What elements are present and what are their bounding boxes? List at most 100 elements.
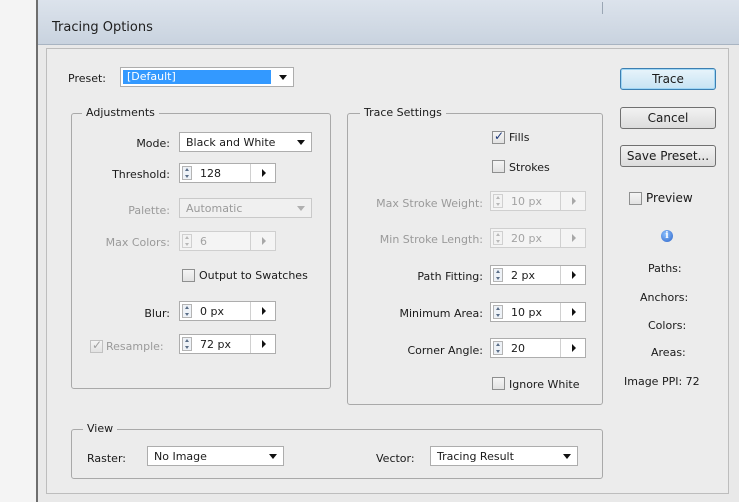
chevron-down-icon bbox=[297, 206, 305, 211]
trace-settings-title: Trace Settings bbox=[360, 106, 446, 119]
colors-stat: Colors: bbox=[648, 319, 687, 332]
paths-stat: Paths: bbox=[648, 262, 682, 275]
vector-dropdown[interactable]: Tracing Result bbox=[430, 446, 578, 466]
stepper-divider bbox=[560, 192, 561, 210]
max-stroke-weight-value: 10 px bbox=[511, 195, 542, 208]
image-ppi-stat: Image PPI: 72 bbox=[624, 375, 700, 388]
max-stroke-weight-label: Max Stroke Weight: bbox=[376, 197, 483, 210]
vector-value: Tracing Result bbox=[437, 450, 514, 463]
arrow-right-icon[interactable] bbox=[572, 234, 576, 242]
minimum-area-value: 10 px bbox=[511, 306, 542, 319]
background-window bbox=[0, 0, 36, 502]
cancel-button[interactable]: Cancel bbox=[620, 107, 716, 129]
preset-value: [Default] bbox=[127, 70, 176, 83]
stepper-divider bbox=[560, 229, 561, 247]
resample-stepper[interactable]: 72 px bbox=[179, 334, 276, 354]
stepper-divider bbox=[560, 266, 561, 284]
blur-stepper[interactable]: 0 px bbox=[179, 301, 276, 321]
blur-value: 0 px bbox=[200, 305, 224, 318]
fills-checkbox[interactable] bbox=[492, 129, 505, 144]
threshold-label: Threshold: bbox=[112, 168, 170, 181]
spinner-icon[interactable] bbox=[182, 304, 192, 318]
stepper-divider bbox=[250, 302, 251, 320]
stepper-divider bbox=[250, 164, 251, 182]
corner-angle-label: Corner Angle: bbox=[407, 344, 483, 357]
resample-checkbox[interactable] bbox=[90, 338, 103, 353]
threshold-value: 128 bbox=[200, 167, 221, 180]
chevron-down-icon[interactable] bbox=[269, 454, 277, 459]
title-bar-divider bbox=[602, 2, 603, 14]
min-stroke-length-label: Min Stroke Length: bbox=[379, 233, 483, 246]
chevron-down-icon bbox=[297, 140, 305, 145]
info-icon: i bbox=[661, 230, 673, 242]
stepper-divider bbox=[560, 303, 561, 321]
fills-label: Fills bbox=[509, 131, 530, 144]
spinner-icon[interactable] bbox=[182, 234, 192, 248]
resample-label: Resample: bbox=[106, 340, 164, 353]
trace-button[interactable]: Trace bbox=[620, 68, 716, 90]
raster-value: No Image bbox=[154, 450, 207, 463]
raster-label: Raster: bbox=[87, 452, 126, 465]
arrow-right-icon[interactable] bbox=[262, 237, 266, 245]
min-stroke-length-value: 20 px bbox=[511, 232, 542, 245]
mode-label: Mode: bbox=[136, 137, 170, 150]
path-fitting-label: Path Fitting: bbox=[417, 270, 483, 283]
spinner-icon[interactable] bbox=[493, 305, 503, 319]
ignore-white-label: Ignore White bbox=[509, 378, 580, 391]
save-preset-button[interactable]: Save Preset... bbox=[620, 145, 716, 167]
max-stroke-weight-stepper[interactable]: 10 px bbox=[490, 191, 586, 211]
spinner-icon[interactable] bbox=[182, 166, 192, 180]
preset-dropdown[interactable]: [Default] bbox=[120, 67, 294, 87]
minimum-area-stepper[interactable]: 10 px bbox=[490, 302, 586, 322]
max-colors-value: 6 bbox=[200, 235, 207, 248]
chevron-down-icon bbox=[279, 75, 287, 80]
palette-label: Palette: bbox=[128, 204, 170, 217]
preview-checkbox[interactable] bbox=[629, 192, 642, 205]
path-fitting-stepper[interactable]: 2 px bbox=[490, 265, 586, 285]
arrow-right-icon[interactable] bbox=[262, 169, 266, 177]
max-colors-label: Max Colors: bbox=[105, 236, 170, 249]
arrow-right-icon[interactable] bbox=[572, 344, 576, 352]
minimum-area-label: Minimum Area: bbox=[399, 307, 484, 320]
preset-label: Preset: bbox=[68, 72, 107, 85]
max-colors-stepper[interactable]: 6 bbox=[179, 231, 276, 251]
adjustments-title: Adjustments bbox=[82, 106, 159, 119]
strokes-checkbox[interactable] bbox=[492, 160, 505, 173]
arrow-right-icon[interactable] bbox=[572, 197, 576, 205]
arrow-right-icon[interactable] bbox=[262, 307, 266, 315]
resample-value: 72 px bbox=[200, 338, 231, 351]
threshold-stepper[interactable]: 128 bbox=[179, 163, 276, 183]
arrow-right-icon[interactable] bbox=[262, 340, 266, 348]
strokes-label: Strokes bbox=[509, 161, 550, 174]
view-title: View bbox=[83, 422, 118, 435]
stepper-divider bbox=[560, 339, 561, 357]
preview-label: Preview bbox=[646, 191, 693, 205]
ignore-white-checkbox[interactable] bbox=[492, 377, 505, 390]
window-title: Tracing Options bbox=[52, 20, 153, 35]
arrow-right-icon[interactable] bbox=[572, 308, 576, 316]
spinner-icon[interactable] bbox=[493, 341, 503, 355]
anchors-stat: Anchors: bbox=[640, 291, 689, 304]
corner-angle-stepper[interactable]: 20 bbox=[490, 338, 586, 358]
spinner-icon[interactable] bbox=[493, 231, 503, 245]
areas-stat: Areas: bbox=[651, 346, 686, 359]
min-stroke-length-stepper[interactable]: 20 px bbox=[490, 228, 586, 248]
stepper-divider bbox=[250, 335, 251, 353]
raster-dropdown[interactable]: No Image bbox=[147, 446, 284, 466]
spinner-icon[interactable] bbox=[182, 337, 192, 351]
stepper-divider bbox=[250, 232, 251, 250]
mode-dropdown[interactable]: Black and White bbox=[179, 132, 312, 152]
spinner-icon[interactable] bbox=[493, 268, 503, 282]
palette-value: Automatic bbox=[186, 202, 243, 215]
trace-settings-group bbox=[347, 113, 603, 405]
spinner-icon[interactable] bbox=[493, 194, 503, 208]
palette-dropdown[interactable]: Automatic bbox=[179, 198, 312, 218]
vector-label: Vector: bbox=[376, 452, 415, 465]
output-to-swatches-label: Output to Swatches bbox=[199, 269, 308, 282]
blur-label: Blur: bbox=[144, 307, 170, 320]
corner-angle-value: 20 bbox=[511, 342, 525, 355]
chevron-down-icon[interactable] bbox=[563, 454, 571, 459]
arrow-right-icon[interactable] bbox=[572, 271, 576, 279]
path-fitting-value: 2 px bbox=[511, 269, 535, 282]
output-to-swatches-checkbox[interactable] bbox=[182, 269, 195, 282]
